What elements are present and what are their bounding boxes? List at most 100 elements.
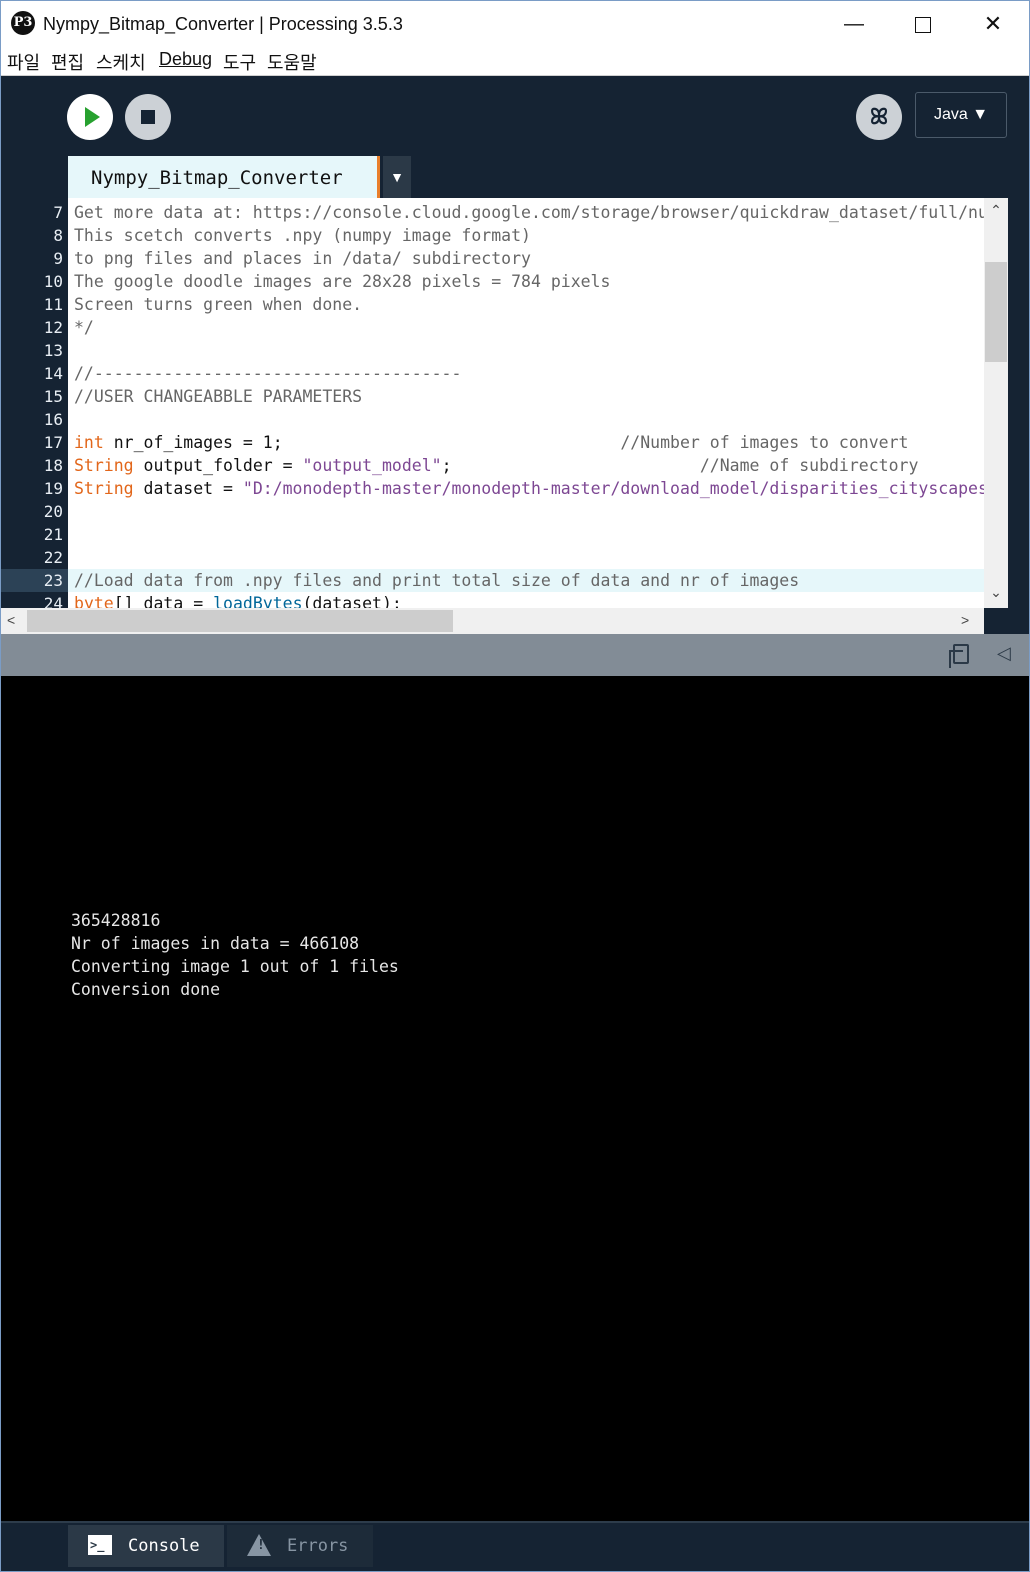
code-line[interactable]: 9 to png files and places in /data/ subdi… [1, 247, 984, 270]
horizontal-scroll-thumb[interactable] [27, 610, 453, 632]
toolbar: ꕤ Java ▼ [1, 76, 1029, 156]
code-token: This scetch converts .npy (numpy image f… [74, 226, 531, 245]
sketch-tab-bar: Nympy_Bitmap_Converter ▼ [1, 156, 1029, 198]
console-tab[interactable]: >_ Console [68, 1525, 224, 1567]
code-token: //Name of subdirectory [699, 456, 919, 475]
code-token: int [74, 433, 104, 452]
menu-bar: 파일 편집 스케치 Debug 도구 도움말 [1, 47, 1029, 76]
code-line[interactable]: 15 //USER CHANGEABBLE PARAMETERS [1, 385, 984, 408]
code-text: Get more data at: https://console.cloud.… [74, 201, 984, 224]
maximize-button[interactable] [888, 1, 958, 47]
code-line[interactable]: 16 [1, 408, 984, 431]
code-text: String dataset = "D:/monodepth-master/mo… [74, 477, 984, 500]
footer-tab-bar: >_ Console ! Errors [1, 1521, 1029, 1571]
code-token: String [74, 479, 134, 498]
tab-nympy-bitmap-converter[interactable]: Nympy_Bitmap_Converter [68, 156, 380, 198]
close-icon: ✕ [983, 11, 1003, 36]
code-editor[interactable]: 7 Get more data at: https://console.cloud… [1, 198, 1029, 634]
code-text: //------------------------------------- [74, 362, 984, 385]
mode-select[interactable]: Java ▼ [915, 92, 1007, 138]
code-line[interactable]: 11 Screen turns green when done. [1, 293, 984, 316]
errors-tab-label: Errors [287, 1536, 349, 1556]
menu-file[interactable]: 파일 [7, 49, 40, 75]
horizontal-scrollbar[interactable]: < > [1, 608, 984, 634]
code-line[interactable]: 17 int nr_of_images = 1; //Number of imag… [1, 431, 984, 454]
title-bar: P3 Nympy_Bitmap_Converter | Processing 3… [1, 1, 1029, 47]
code-token: //Load data from .npy files and print to… [74, 571, 800, 590]
menu-edit[interactable]: 편집 [51, 49, 84, 75]
code-token: The google doodle images are 28x28 pixel… [74, 272, 611, 291]
code-line[interactable]: 20 [1, 500, 984, 523]
close-button[interactable]: ✕ [958, 1, 1028, 47]
stop-button[interactable] [125, 94, 171, 140]
code-text: String output_folder = "output_model"; /… [74, 454, 984, 477]
code-token: "D:/monodepth-master/monodepth-master/do… [242, 479, 984, 498]
processing-logo-icon: P3 [11, 11, 35, 35]
console-divider[interactable]: ◁ [1, 634, 1029, 676]
scroll-left-icon[interactable]: < [7, 612, 15, 628]
code-token: output_folder = [133, 456, 303, 475]
scroll-up-icon[interactable]: ⌃ [984, 202, 1008, 219]
code-text: */ [74, 316, 984, 339]
errors-tab[interactable]: ! Errors [227, 1525, 373, 1567]
line-number: 9 [53, 249, 63, 268]
code-token: "output_model" [302, 456, 442, 475]
minimize-icon: — [844, 13, 864, 35]
code-token: Screen turns green when done. [74, 295, 363, 314]
code-token: //Number of images to convert [620, 433, 909, 452]
menu-sketch[interactable]: 스케치 [96, 49, 146, 75]
code-text: Screen turns green when done. [74, 293, 984, 316]
tab-menu-button[interactable]: ▼ [383, 156, 411, 198]
menu-debug[interactable]: Debug [159, 49, 212, 70]
menu-tools[interactable]: 도구 [223, 49, 256, 75]
line-number: 21 [43, 525, 63, 544]
scrollbar-corner [984, 608, 1029, 634]
line-number: 19 [43, 479, 63, 498]
debugger-button[interactable]: ꕤ [856, 94, 902, 140]
code-line[interactable]: 18 String output_folder = "output_model";… [1, 454, 984, 477]
code-token: dataset = [133, 479, 243, 498]
line-number: 14 [43, 364, 63, 383]
vertical-scroll-thumb[interactable] [985, 262, 1007, 362]
code-text: This scetch converts .npy (numpy image f… [74, 224, 984, 247]
vertical-scrollbar[interactable]: ⌃ ⌄ [984, 198, 1008, 608]
code-token: Get more data at: https://console.cloud.… [74, 203, 984, 222]
line-number: 7 [53, 203, 63, 222]
butterfly-icon: ꕤ [869, 104, 889, 129]
code-token: //USER CHANGEABBLE PARAMETERS [74, 387, 363, 406]
code-token: */ [74, 318, 94, 337]
code-line[interactable]: 13 [1, 339, 984, 362]
collapse-console-icon[interactable]: ◁ [997, 643, 1011, 664]
copy-console-icon[interactable] [949, 644, 969, 668]
code-line[interactable]: 14 //------------------------------------… [1, 362, 984, 385]
console-line: 365428816 [71, 911, 161, 930]
code-token: //------------------------------------- [74, 364, 462, 383]
code-line[interactable]: 8 This scetch converts .npy (numpy image … [1, 224, 984, 247]
play-icon [85, 107, 100, 127]
code-line[interactable]: 12 */ [1, 316, 984, 339]
code-line[interactable]: 10 The google doodle images are 28x28 pix… [1, 270, 984, 293]
maximize-icon [915, 16, 931, 33]
code-token: ; [441, 456, 700, 475]
line-number: 15 [43, 387, 63, 406]
menu-help[interactable]: 도움말 [267, 49, 317, 75]
run-button[interactable] [67, 94, 113, 140]
console-tab-label: Console [128, 1536, 200, 1556]
scroll-down-icon[interactable]: ⌄ [984, 584, 1008, 601]
line-number: 13 [43, 341, 63, 360]
minimize-button[interactable]: — [819, 1, 889, 47]
code-token: nr_of_images = 1; [103, 433, 621, 452]
stop-icon [141, 110, 155, 124]
scroll-right-icon[interactable]: > [961, 612, 969, 628]
code-line[interactable]: 19 String dataset = "D:/monodepth-master/… [1, 477, 984, 500]
line-number: 22 [43, 548, 63, 567]
code-line[interactable]: 23 //Load data from .npy files and print … [1, 569, 984, 592]
editor-right-margin [1008, 198, 1029, 634]
code-text: int nr_of_images = 1; //Number of images… [74, 431, 984, 454]
line-number: 12 [43, 318, 63, 337]
code-line[interactable]: 22 [1, 546, 984, 569]
code-line[interactable]: 7 Get more data at: https://console.cloud… [1, 201, 984, 224]
processing-window: P3 Nympy_Bitmap_Converter | Processing 3… [0, 0, 1030, 1572]
code-line[interactable]: 21 [1, 523, 984, 546]
console-line: Conversion done [71, 980, 221, 999]
